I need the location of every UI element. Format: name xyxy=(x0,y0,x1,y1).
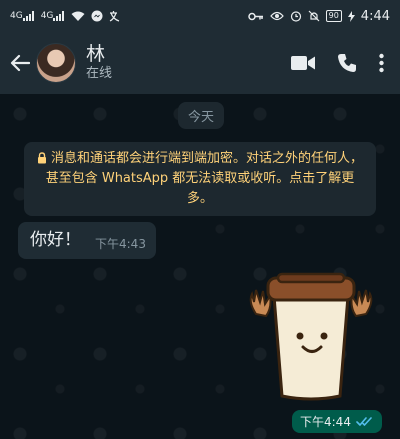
eye-icon xyxy=(269,11,284,21)
encryption-notice[interactable]: 消息和通话都会进行端到端加密。对话之外的任何人，甚至包含 WhatsApp 都无… xyxy=(24,142,376,216)
message-time: 下午4:43 xyxy=(95,237,146,251)
network-type-2: 4G xyxy=(40,11,54,21)
battery-icon: 90 xyxy=(325,10,342,22)
contact-status: 在线 xyxy=(86,66,113,81)
chat-area[interactable]: 今天 消息和通话都会进行端到端加密。对话之外的任何人，甚至包含 WhatsApp… xyxy=(0,94,400,439)
encryption-notice-text: 消息和通话都会进行端到端加密。对话之外的任何人，甚至包含 WhatsApp 都无… xyxy=(45,151,363,206)
coffee-cup-sticker[interactable] xyxy=(244,272,378,404)
signal-icon-1: 4G xyxy=(10,11,35,21)
arrow-left-icon xyxy=(10,54,30,72)
contact-info[interactable]: 林 在线 xyxy=(86,43,112,83)
wifi-icon xyxy=(71,11,85,21)
status-bar-right: 90 4:44 xyxy=(247,8,390,24)
status-bar-time: 4:44 xyxy=(360,8,390,24)
status-bar-left: 4G 4G xyxy=(10,10,121,22)
date-chip: 今天 xyxy=(178,102,225,129)
chat-header: 林 在线 xyxy=(0,32,400,94)
mute-bell-icon xyxy=(308,10,320,22)
lock-icon xyxy=(37,152,46,164)
key-icon xyxy=(247,12,263,20)
signal-icon-2: 4G xyxy=(41,11,66,21)
back-button[interactable] xyxy=(6,49,34,77)
more-options-icon[interactable] xyxy=(379,53,384,73)
outgoing-sticker-meta[interactable]: 下午4:44 xyxy=(292,410,382,433)
contact-name: 林 xyxy=(86,43,106,65)
alarm-icon xyxy=(290,11,301,22)
translate-icon xyxy=(110,11,120,22)
incoming-message[interactable]: 你好！ 下午4:43 xyxy=(18,222,156,259)
messenger-icon xyxy=(91,10,103,22)
voice-call-icon[interactable] xyxy=(337,53,357,73)
charging-icon xyxy=(347,10,355,22)
network-type-1: 4G xyxy=(10,11,23,21)
message-time: 下午4:44 xyxy=(300,415,351,429)
message-text: 你好！ xyxy=(30,230,81,250)
status-bar: 4G 4G 90 4:44 xyxy=(0,0,400,32)
avatar[interactable] xyxy=(36,43,76,83)
video-call-icon[interactable] xyxy=(291,55,315,71)
header-actions xyxy=(291,53,384,73)
double-check-read-icon xyxy=(356,417,372,426)
